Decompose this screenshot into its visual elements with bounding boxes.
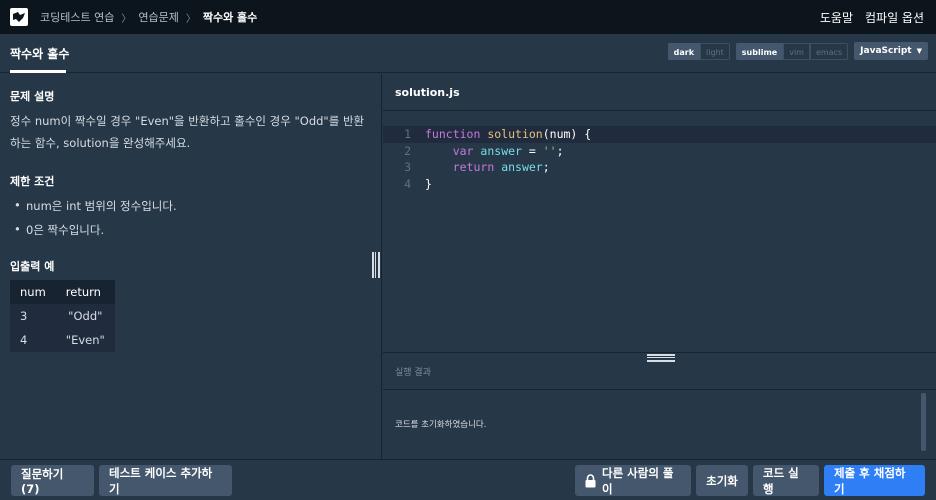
constraint-item: num은 int 범위의 정수입니다.	[14, 198, 177, 214]
table-cell: 3	[20, 309, 28, 323]
code-token: ''	[542, 143, 557, 158]
examples-heading: 입출력 예	[10, 260, 55, 273]
tab-problem[interactable]: 짝수와 홀수	[10, 34, 69, 73]
code-line[interactable]: }	[425, 177, 432, 191]
keymap-emacs-option[interactable]: emacs	[809, 42, 849, 60]
problem-panel: 문제 설명 정수 num이 짝수일 경우 "Even"을 반환하고 홀수인 경우…	[0, 74, 382, 459]
line-number: 3	[404, 160, 411, 174]
table-header: return	[55, 280, 115, 304]
table-row: 3 "Odd"	[10, 304, 115, 328]
keymap-sublime-option[interactable]: sublime	[735, 42, 784, 60]
examples-table: num return 3 "Odd" 4 "Even"	[10, 280, 115, 352]
question-button[interactable]: 질문하기 (7)	[11, 465, 94, 496]
lock-icon	[585, 473, 596, 488]
keymap-vim-option[interactable]: vim	[783, 42, 810, 60]
problem-description: 정수 num이 짝수일 경우 "Even"을 반환하고 홀수인 경우 "Odd"…	[10, 114, 365, 150]
code-line[interactable]: return answer;	[425, 160, 550, 174]
code-token: var	[452, 143, 474, 158]
constraint-item: 0은 짝수입니다.	[14, 222, 104, 238]
code-token: }	[425, 176, 432, 191]
code-token: (num) {	[542, 127, 592, 141]
code-line[interactable]: var answer = '';	[425, 144, 564, 158]
code-line[interactable]: function solution(num) {	[425, 127, 591, 141]
reset-button-label: 초기화	[706, 473, 738, 488]
tab-active-indicator	[10, 70, 66, 73]
file-name: solution.js	[395, 86, 460, 99]
result-label: 실행 결과	[395, 368, 431, 378]
scrollbar[interactable]	[921, 393, 926, 451]
others-solution-button[interactable]: 다른 사람의 풀이	[575, 465, 691, 496]
line-number: 1	[404, 127, 411, 141]
code-token: return	[452, 160, 495, 174]
theme-dark-option[interactable]: dark	[667, 42, 701, 60]
code-editor[interactable]: 1 function solution(num) { 2 var answer = …	[383, 112, 936, 352]
code-token: answer	[501, 160, 543, 174]
code-token: function	[425, 127, 481, 141]
submit-button-label: 제출 후 채점하기	[834, 465, 906, 496]
breadcrumb-practice[interactable]: 연습문제	[138, 9, 178, 25]
logo-icon[interactable]	[10, 8, 28, 26]
others-solution-button-label: 다른 사람의 풀이	[602, 465, 674, 496]
top-nav: 코딩테스트 연습 〉 연습문제 〉 짝수와 홀수 도움말 컴파일 옵션	[0, 0, 936, 34]
bottom-bar: 질문하기 (7) 테스트 케이스 추가하기 다른 사람의 풀이 초기화 코드 실…	[0, 459, 936, 500]
breadcrumb-coding-test[interactable]: 코딩테스트 연습	[40, 9, 114, 25]
add-testcase-button-label: 테스트 케이스 추가하기	[109, 465, 213, 496]
caret-down-icon: ▼	[916, 47, 922, 55]
table-cell: "Even"	[65, 333, 105, 347]
compile-options-link[interactable]: 컴파일 옵션	[865, 9, 924, 26]
line-number: 2	[404, 143, 411, 158]
add-testcase-button[interactable]: 테스트 케이스 추가하기	[99, 465, 232, 496]
tab-bar: 짝수와 홀수 dark light sublime vim emacs Java…	[0, 34, 936, 73]
theme-light-option[interactable]: light	[700, 42, 730, 60]
table-row: 4 "Even"	[10, 328, 115, 352]
breadcrumb-current: 짝수와 홀수	[202, 11, 258, 24]
code-token: ;	[556, 143, 564, 158]
line-number: 4	[404, 176, 411, 191]
submit-button[interactable]: 제출 후 채점하기	[824, 465, 925, 496]
help-link[interactable]: 도움말	[820, 9, 853, 26]
table-header-row: num return	[10, 280, 115, 304]
code-token: answer	[480, 143, 522, 158]
theme-toggle: dark light	[667, 42, 730, 60]
constraints-heading: 제한 조건	[10, 175, 55, 188]
language-label: JavaScript	[860, 46, 912, 56]
table-cell: 4	[20, 333, 28, 347]
chevron-right-icon: 〉	[185, 13, 196, 25]
result-header: 실행 결과	[383, 352, 936, 390]
run-code-button[interactable]: 코드 실행	[753, 465, 819, 496]
breadcrumb: 코딩테스트 연습 〉 연습문제 〉 짝수와 홀수	[40, 9, 257, 25]
language-select[interactable]: JavaScript ▼	[854, 42, 928, 60]
code-token: ;	[542, 160, 550, 174]
description-heading: 문제 설명	[10, 90, 55, 103]
table-header: num	[10, 280, 56, 304]
file-tab: solution.js	[383, 74, 936, 111]
code-token: =	[521, 143, 543, 158]
run-code-button-label: 코드 실행	[763, 465, 799, 496]
reset-button[interactable]: 초기화	[696, 465, 748, 496]
chevron-right-icon: 〉	[121, 13, 132, 25]
question-button-label: 질문하기 (7)	[21, 466, 64, 496]
result-message: 코드를 초기화하였습니다.	[395, 420, 487, 430]
keymap-toggle: sublime vim emacs	[735, 42, 849, 60]
table-cell: "Odd"	[68, 309, 103, 323]
result-output: 코드를 초기화하였습니다.	[383, 391, 936, 459]
code-token: solution	[487, 127, 543, 141]
vertical-resize-handle[interactable]	[372, 252, 380, 278]
